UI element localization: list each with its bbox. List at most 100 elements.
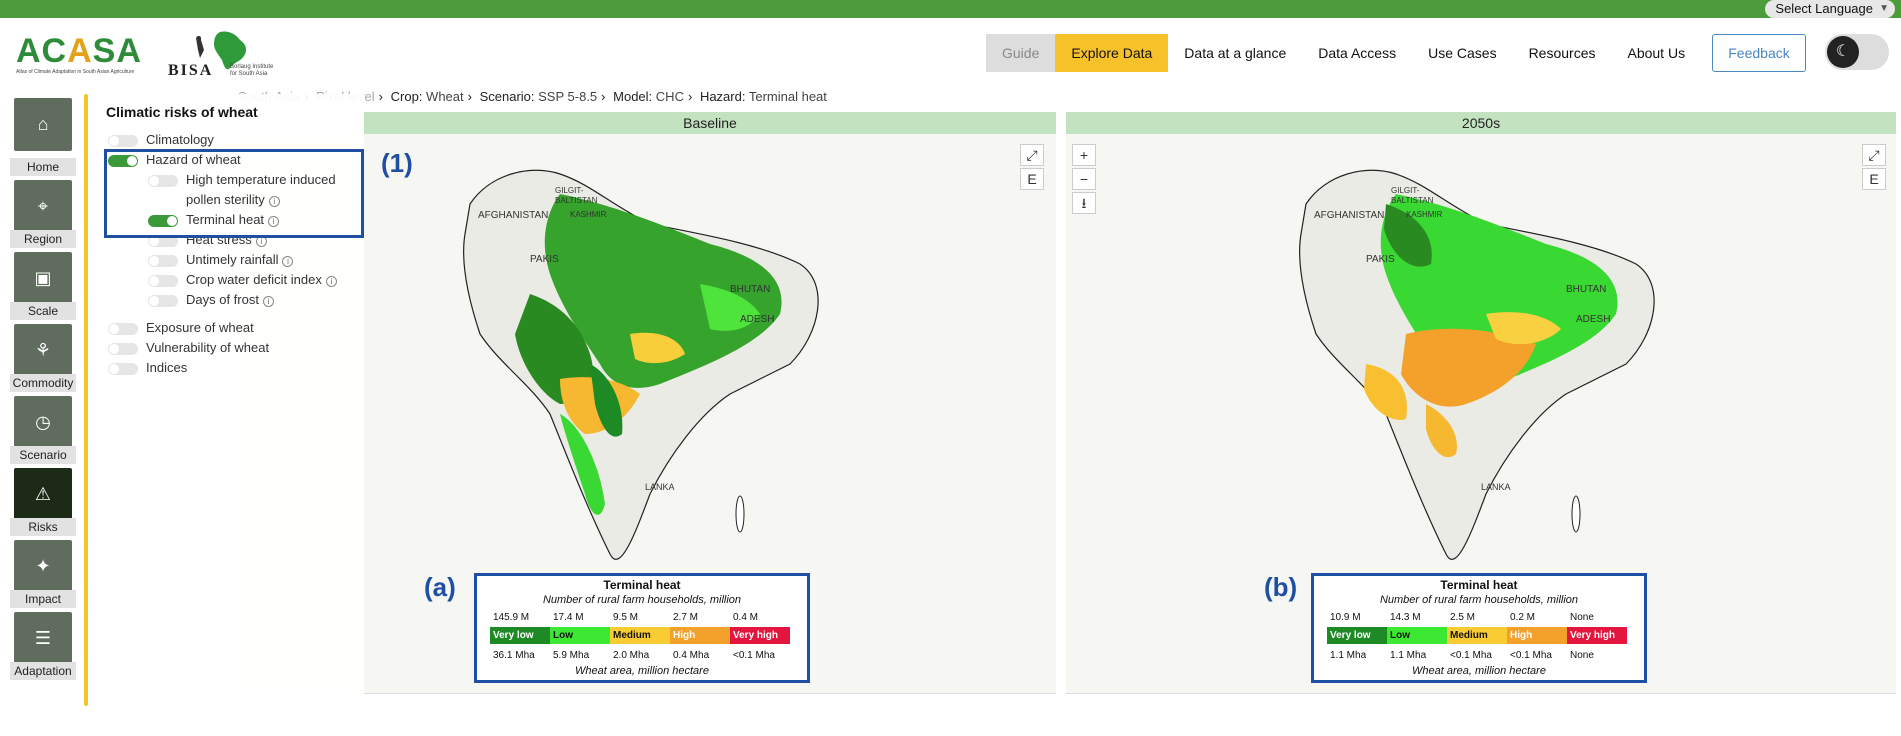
info-icon[interactable]: i <box>282 256 294 267</box>
legend-households-very-low: 145.9 M <box>493 612 530 623</box>
feedback-button[interactable]: Feedback <box>1712 34 1806 72</box>
map-label-pakistan-right: PAKIS <box>1366 254 1395 265</box>
scale-icon[interactable]: ▣ <box>14 252 72 305</box>
sidebar-item-risks[interactable]: Risks <box>10 518 76 536</box>
legend-footer: Wheat area, million hectare <box>1412 665 1546 677</box>
legend-households-very-high: 0.4 M <box>733 612 759 623</box>
sparkle-icon[interactable]: ✦ <box>14 540 72 593</box>
legend-class-high: High <box>670 627 730 644</box>
download-icon[interactable]: ⭳ <box>1072 192 1096 214</box>
legend-area-high: 0.4 Mha <box>673 650 710 661</box>
annotation-label-b: (b) <box>1264 572 1298 602</box>
sidebar-item-scale[interactable]: Scale <box>10 302 76 320</box>
map-label-bangladesh-right: ADESH <box>1576 314 1611 325</box>
home-icon[interactable]: ⌂ <box>14 98 72 151</box>
clock-icon[interactable]: ◷ <box>14 396 72 449</box>
legend-title: Terminal heat <box>603 578 681 592</box>
legend-households-low: 17.4 M <box>553 612 584 623</box>
toggle-switch[interactable] <box>148 274 178 287</box>
baseline-map-title: Baseline <box>364 112 1056 134</box>
days-of-frost-toggle[interactable]: Days of frost i <box>148 292 274 307</box>
breadcrumb-hazard[interactable]: Terminal heat <box>749 89 827 104</box>
nav-data-at-a-glance[interactable]: Data at a glance <box>1168 34 1302 72</box>
annotation-label-1: (1) <box>381 148 413 178</box>
nav-data-access[interactable]: Data Access <box>1302 34 1412 72</box>
legend-area-high: <0.1 Mha <box>1510 650 1552 661</box>
map-label-gilgit: GILGIT- <box>555 186 584 195</box>
language-select[interactable]: Select Language ▼ <box>1765 0 1895 18</box>
toggle-switch[interactable] <box>108 342 138 355</box>
sidebar-item-impact[interactable]: Impact <box>10 590 76 608</box>
zoom-out-button[interactable]: − <box>1072 168 1096 190</box>
annotation-box-1 <box>104 149 364 238</box>
map-label-bangladesh: ADESH <box>740 314 775 325</box>
acasa-logo[interactable]: ACASA Atlas of Climate Adaptation in Sou… <box>16 32 142 75</box>
nav-guide[interactable]: Guide <box>986 34 1056 72</box>
map-label-afghanistan-right: AFGHANISTAN <box>1314 210 1385 221</box>
legend-subtitle: Number of rural farm households, million <box>1379 594 1579 606</box>
expand-icon-right[interactable]: ⤢ <box>1862 144 1886 166</box>
nav-resources[interactable]: Resources <box>1513 34 1612 72</box>
toggle-switch[interactable] <box>148 254 178 267</box>
toggle-switch[interactable] <box>148 294 178 307</box>
legend-area-low: 5.9 Mha <box>553 650 590 661</box>
e-button-right[interactable]: E <box>1862 168 1886 190</box>
legend-title: Terminal heat <box>1440 578 1518 592</box>
e-button[interactable]: E <box>1020 168 1044 190</box>
breadcrumb-crop[interactable]: Wheat <box>426 89 464 104</box>
breadcrumb-crop-label: Crop: <box>390 89 423 104</box>
dark-mode-toggle[interactable]: ☾ <box>1825 34 1889 70</box>
crop-water-deficit-toggle[interactable]: Crop water deficit index i <box>148 272 337 287</box>
nav-about-us[interactable]: About Us <box>1611 34 1701 72</box>
climatology-toggle[interactable]: Climatology <box>108 132 214 147</box>
sidebar-item-region[interactable]: Region <box>10 230 76 248</box>
nav-explore-data[interactable]: Explore Data <box>1055 34 1169 72</box>
sidebar-item-commodity[interactable]: Commodity <box>10 374 76 392</box>
breadcrumb-model[interactable]: CHC <box>656 89 684 104</box>
sidebar-item-home[interactable]: Home <box>10 158 76 176</box>
plant-icon[interactable]: ⚘ <box>14 324 72 377</box>
legend-footer: Wheat area, million hectare <box>575 665 709 677</box>
bisa-subtitle: Borlaug Institute for South Asia <box>230 64 274 77</box>
annotation-label-a: (a) <box>424 572 456 602</box>
toggle-switch[interactable] <box>108 134 138 147</box>
legend-class-very-high: Very high <box>730 627 790 644</box>
map-label-bhutan-right: BHUTAN <box>1566 284 1607 295</box>
main-nav: Guide Explore Data Data at a glance Data… <box>986 34 1701 72</box>
sidebar-item-scenario[interactable]: Scenario <box>10 446 76 464</box>
info-icon[interactable]: i <box>262 296 274 307</box>
map-label-baltistan-right: BALTISTAN <box>1391 196 1434 205</box>
zoom-in-button[interactable]: + <box>1072 144 1096 166</box>
breadcrumb-hazard-label: Hazard: <box>699 89 746 104</box>
toggle-switch[interactable] <box>108 322 138 335</box>
legend-class-medium: Medium <box>1447 627 1507 644</box>
language-select-label: Select Language <box>1775 1 1873 16</box>
legend-area-very-low: 36.1 Mha <box>493 650 535 661</box>
info-icon[interactable]: i <box>325 276 337 287</box>
breadcrumb-scenario[interactable]: SSP 5-8.5 <box>538 89 597 104</box>
location-pin-icon[interactable]: ⌖ <box>14 180 72 233</box>
breadcrumb-scenario-label: Scenario: <box>479 89 535 104</box>
panel-title: Climatic risks of wheat <box>106 104 258 120</box>
legend-class-high: High <box>1507 627 1567 644</box>
legend-households-high: 0.2 M <box>1510 612 1536 623</box>
future-map-title: 2050s <box>1066 112 1896 134</box>
legend-class-very-low: Very low <box>1327 627 1387 644</box>
nav-use-cases[interactable]: Use Cases <box>1412 34 1512 72</box>
warning-icon[interactable]: ⚠ <box>14 468 72 521</box>
legend-area-very-high: <0.1 Mha <box>733 650 775 661</box>
baseline-legend: Terminal heat Number of rural farm house… <box>477 576 807 680</box>
sidebar-item-adaptation[interactable]: Adaptation <box>10 662 76 680</box>
vulnerability-toggle[interactable]: Vulnerability of wheat <box>108 340 269 355</box>
map-label-afghanistan: AFGHANISTAN <box>478 210 549 221</box>
indices-toggle[interactable]: Indices <box>108 360 187 375</box>
exposure-toggle[interactable]: Exposure of wheat <box>108 320 254 335</box>
map-label-kashmir: KASHMIR <box>570 210 607 219</box>
map-label-baltistan: BALTISTAN <box>555 196 598 205</box>
untimely-rainfall-toggle[interactable]: Untimely rainfall i <box>148 252 294 267</box>
toggle-switch[interactable] <box>108 362 138 375</box>
expand-icon[interactable]: ⤢ <box>1020 144 1044 166</box>
sliders-icon[interactable]: ☰ <box>14 612 72 665</box>
legend-area-medium: 2.0 Mha <box>613 650 650 661</box>
chevron-down-icon: ▼ <box>1879 3 1889 14</box>
